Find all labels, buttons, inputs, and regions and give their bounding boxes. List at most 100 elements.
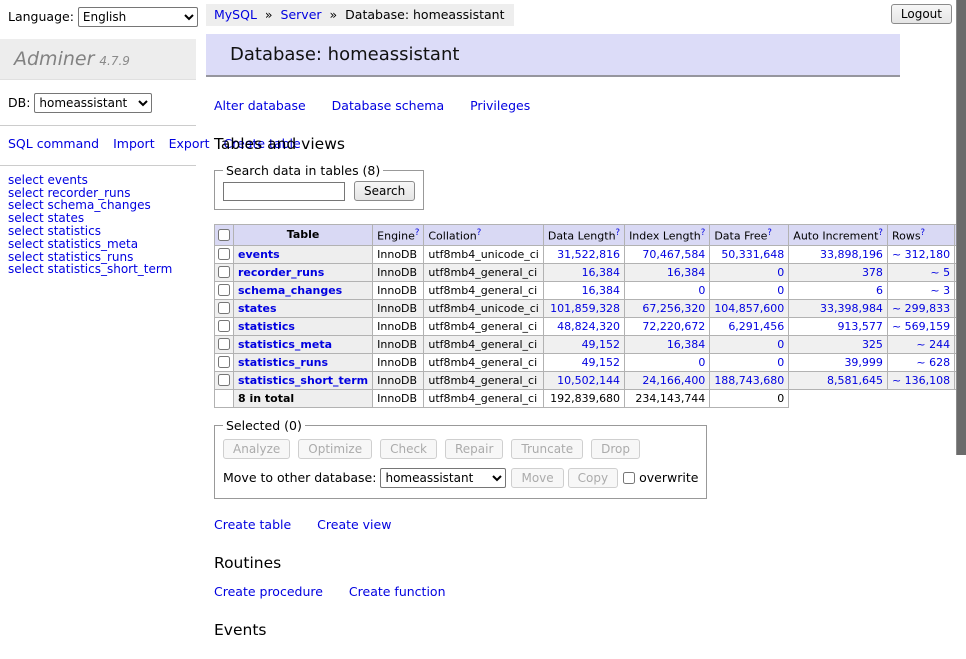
collation-help-link[interactable]: ?	[477, 228, 482, 238]
index-length-link[interactable]: 0	[698, 284, 705, 297]
table-link[interactable]: statistics	[238, 320, 295, 333]
row-checkbox[interactable]	[218, 284, 230, 296]
sidebar-table-list: select events select recorder_runs selec…	[0, 166, 196, 284]
create-function-link[interactable]: Create function	[349, 584, 446, 599]
search-input[interactable]	[223, 182, 345, 201]
index-length-link[interactable]: 0	[698, 356, 705, 369]
table-link[interactable]: states	[238, 302, 277, 315]
rows-count-link[interactable]: ~ 312,180	[892, 248, 950, 261]
row-checkbox[interactable]	[218, 302, 230, 314]
column-rows: Rows?	[887, 225, 954, 246]
data-free-link[interactable]: 0	[777, 338, 784, 351]
index-length-link[interactable]: 16,384	[667, 338, 706, 351]
rows-count-link[interactable]: ~ 569,159	[892, 320, 950, 333]
rows-count-link[interactable]: ~ 3	[930, 284, 950, 297]
data-free-link[interactable]: 0	[777, 356, 784, 369]
auto-increment-link[interactable]: 33,398,984	[820, 302, 883, 315]
auto-increment-link[interactable]: 913,577	[837, 320, 883, 333]
table-link[interactable]: statistics_short_term	[238, 374, 368, 387]
data-free-link[interactable]: 50,331,648	[721, 248, 784, 261]
select-all-checkbox[interactable]	[218, 229, 230, 241]
index-length-link[interactable]: 70,467,584	[642, 248, 705, 261]
copy-button[interactable]: Copy	[568, 468, 618, 488]
create-procedure-link[interactable]: Create procedure	[214, 584, 323, 599]
rows-count-link[interactable]: ~ 5	[930, 266, 950, 279]
data-free-link[interactable]: 188,743,680	[714, 374, 784, 387]
table-link[interactable]: statistics_runs	[238, 356, 328, 369]
data-length-help-link[interactable]: ?	[616, 228, 621, 238]
table-link[interactable]: events	[238, 248, 280, 261]
language-select[interactable]: English	[78, 7, 198, 27]
auto-increment-link[interactable]: 39,999	[844, 356, 883, 369]
create-view-link[interactable]: Create view	[317, 517, 391, 532]
totals-collation: utf8mb4_general_ci	[424, 389, 543, 407]
auto-increment-link[interactable]: 6	[876, 284, 883, 297]
alter-database-link[interactable]: Alter database	[214, 98, 306, 113]
row-checkbox[interactable]	[218, 248, 230, 260]
rows-count-link[interactable]: ~ 136,108	[892, 374, 950, 387]
analyze-button[interactable]: Analyze	[223, 439, 290, 459]
db-select[interactable]: homeassistant	[34, 93, 152, 113]
rows-count-link[interactable]: ~ 244	[916, 338, 950, 351]
table-link[interactable]: statistics_meta	[238, 338, 332, 351]
sidebar-item-select-statistics-meta[interactable]: select statistics_meta	[8, 238, 196, 251]
sidebar-link-sql-command[interactable]: SQL command	[8, 136, 99, 151]
row-checkbox[interactable]	[218, 374, 230, 386]
data-free-link[interactable]: 104,857,600	[714, 302, 784, 315]
index-length-link[interactable]: 72,220,672	[642, 320, 705, 333]
row-checkbox[interactable]	[218, 338, 230, 350]
row-checkbox[interactable]	[218, 356, 230, 368]
data-free-link[interactable]: 6,291,456	[728, 320, 784, 333]
data-length-link[interactable]: 16,384	[582, 284, 621, 297]
sidebar-item-select-statistics-short-term[interactable]: select statistics_short_term	[8, 263, 196, 276]
privileges-link[interactable]: Privileges	[470, 98, 530, 113]
database-schema-link[interactable]: Database schema	[332, 98, 444, 113]
optimize-button[interactable]: Optimize	[298, 439, 372, 459]
data-free-link[interactable]: 0	[777, 266, 784, 279]
repair-button[interactable]: Repair	[445, 439, 503, 459]
table-link[interactable]: schema_changes	[238, 284, 342, 297]
scrollbar-thumb[interactable]	[956, 0, 966, 455]
rows-count-link[interactable]: ~ 299,833	[892, 302, 950, 315]
index-length-link[interactable]: 67,256,320	[642, 302, 705, 315]
row-checkbox[interactable]	[218, 320, 230, 332]
collation-cell: utf8mb4_general_ci	[424, 335, 543, 353]
auto-increment-help-link[interactable]: ?	[878, 228, 883, 238]
data-length-link[interactable]: 10,502,144	[557, 374, 620, 387]
sidebar-item-select-statistics[interactable]: select statistics	[8, 225, 196, 238]
engine-help-link[interactable]: ?	[415, 228, 420, 238]
data-length-link[interactable]: 48,824,320	[557, 320, 620, 333]
rows-count-link[interactable]: ~ 628	[916, 356, 950, 369]
data-free-link[interactable]: 0	[777, 284, 784, 297]
index-length-link[interactable]: 24,166,400	[642, 374, 705, 387]
data-free-help-link[interactable]: ?	[767, 228, 772, 238]
data-length-link[interactable]: 101,859,328	[550, 302, 620, 315]
row-checkbox[interactable]	[218, 266, 230, 278]
check-button[interactable]: Check	[380, 439, 437, 459]
breadcrumb-server-link[interactable]: Server	[281, 7, 322, 22]
table-link[interactable]: recorder_runs	[238, 266, 324, 279]
data-length-link[interactable]: 16,384	[582, 266, 621, 279]
logout-button[interactable]: Logout	[891, 4, 952, 24]
create-table-link[interactable]: Create table	[214, 517, 291, 532]
data-length-link[interactable]: 31,522,816	[557, 248, 620, 261]
search-button[interactable]: Search	[354, 181, 415, 201]
auto-increment-link[interactable]: 378	[862, 266, 883, 279]
sidebar-link-import[interactable]: Import	[113, 136, 155, 151]
index-length-help-link[interactable]: ?	[701, 228, 706, 238]
breadcrumb-mysql-link[interactable]: MySQL	[214, 7, 257, 22]
index-length-link[interactable]: 16,384	[667, 266, 706, 279]
move-button[interactable]: Move	[511, 468, 563, 488]
drop-button[interactable]: Drop	[591, 439, 640, 459]
auto-increment-link[interactable]: 325	[862, 338, 883, 351]
data-length-link[interactable]: 49,152	[582, 338, 621, 351]
auto-increment-link[interactable]: 8,581,645	[827, 374, 883, 387]
move-database-select[interactable]: homeassistant	[380, 468, 506, 488]
data-length-link[interactable]: 49,152	[582, 356, 621, 369]
overwrite-checkbox[interactable]	[623, 472, 635, 484]
rows-help-link[interactable]: ?	[921, 228, 926, 238]
auto-increment-link[interactable]: 33,898,196	[820, 248, 883, 261]
sidebar-item-select-events[interactable]: select events	[8, 174, 196, 187]
scrollbar[interactable]	[956, 0, 966, 543]
truncate-button[interactable]: Truncate	[511, 439, 583, 459]
